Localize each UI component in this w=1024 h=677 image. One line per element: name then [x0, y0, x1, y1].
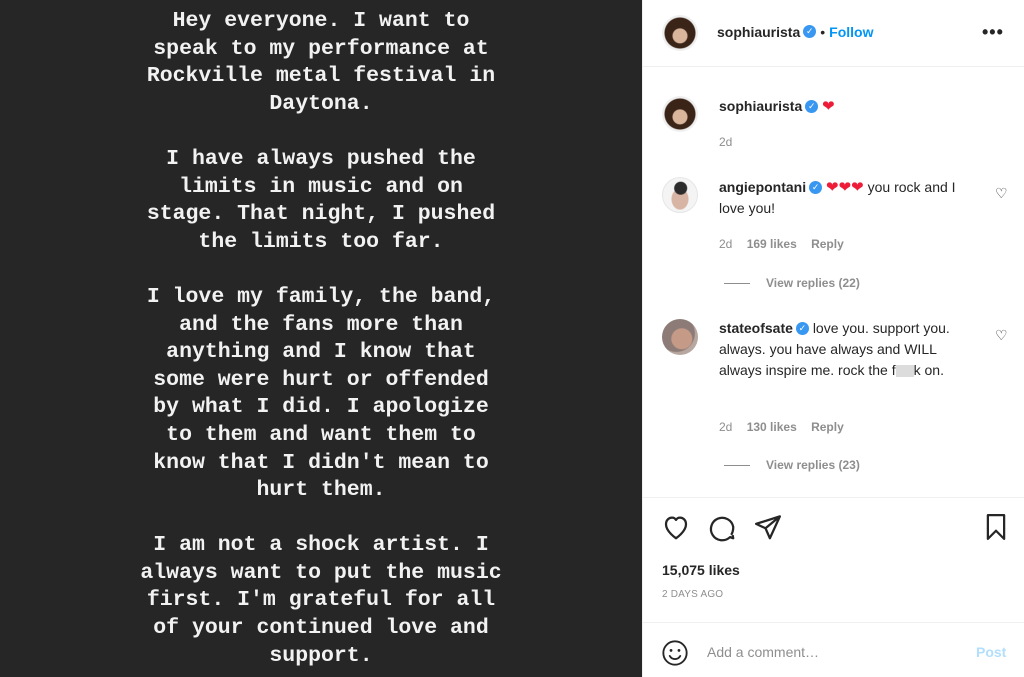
caption-avatar[interactable]: [662, 96, 698, 132]
comment-username[interactable]: angiepontani: [719, 179, 806, 195]
divider-line: [724, 283, 750, 285]
view-replies-label: View replies (22): [766, 276, 860, 290]
story-text: Hey everyone. I want to speak to my perf…: [0, 8, 642, 677]
story-paragraph: I am not a shock artist. I always want t…: [140, 533, 502, 668]
verified-badge-icon: ✓: [809, 180, 823, 194]
reply-button[interactable]: Reply: [811, 237, 844, 251]
view-replies-button[interactable]: View replies (23): [724, 458, 860, 472]
comment-username[interactable]: stateofsate: [719, 320, 793, 336]
divider-line: [724, 465, 750, 467]
caption-time: 2d: [719, 135, 743, 149]
post-image: Hey everyone. I want to speak to my perf…: [0, 0, 642, 677]
comment-bubble-icon[interactable]: [707, 512, 737, 542]
likes-count[interactable]: 15,075 likes: [662, 562, 740, 578]
like-comment-heart-icon[interactable]: ♡: [995, 327, 1008, 344]
follow-button[interactable]: Follow: [829, 24, 873, 40]
header-user-line: sophiaurista ✓ • Follow: [717, 24, 873, 42]
post-button[interactable]: Post: [976, 644, 1006, 660]
story-paragraph: I love my family, the band, and the fans…: [146, 284, 496, 503]
caption-username[interactable]: sophiaurista: [719, 98, 802, 114]
comment-input[interactable]: [707, 641, 957, 663]
red-heart-emoji: ❤: [822, 98, 835, 115]
verified-badge-icon: ✓: [805, 99, 819, 113]
like-comment-heart-icon[interactable]: ♡: [995, 185, 1008, 202]
add-comment-bar: Post: [643, 622, 1024, 677]
more-options-icon[interactable]: •••: [982, 22, 1004, 43]
view-replies-label: View replies (23): [766, 458, 860, 472]
post-actions: 15,075 likes 2 DAYS AGO: [643, 497, 1024, 621]
verified-badge-icon: ✓: [795, 321, 809, 335]
save-bookmark-icon[interactable]: [981, 512, 1011, 542]
header-username[interactable]: sophiaurista: [717, 24, 800, 40]
comment-time[interactable]: 2d: [719, 237, 732, 251]
separator-dot: •: [820, 24, 826, 40]
comment-text: stateofsate ✓ love you. support you. alwa…: [719, 318, 969, 381]
red-heart-emoji: ❤❤❤: [826, 179, 864, 196]
share-send-icon[interactable]: [753, 512, 783, 542]
comment-avatar[interactable]: [662, 319, 698, 355]
comment-avatar[interactable]: [662, 177, 698, 213]
censor-blur: [895, 365, 914, 378]
caption-line: sophiaurista ✓ ❤: [719, 97, 835, 115]
post-panel: sophiaurista ✓ • Follow ••• sophiaurista ✓ ❤…: [642, 0, 1024, 677]
comment-body-end: k on.: [913, 362, 944, 378]
comment-meta: 2d 130 likes Reply: [719, 420, 855, 434]
avatar[interactable]: [662, 15, 698, 51]
comment-likes[interactable]: 169 likes: [747, 237, 797, 251]
emoji-smile-icon[interactable]: [661, 639, 689, 667]
comment-likes[interactable]: 130 likes: [747, 420, 797, 434]
caption-timestamp[interactable]: 2d: [719, 135, 732, 149]
comment-time[interactable]: 2d: [719, 420, 732, 434]
verified-badge-icon: ✓: [803, 25, 817, 39]
reply-button[interactable]: Reply: [811, 420, 844, 434]
post-age[interactable]: 2 DAYS AGO: [662, 589, 723, 600]
comment-text: angiepontani ✓ ❤❤❤ you rock and I love yo…: [719, 177, 969, 219]
story-paragraph: I have always pushed the limits in music…: [146, 146, 496, 254]
story-paragraph: Hey everyone. I want to speak to my perf…: [146, 9, 496, 116]
view-replies-button[interactable]: View replies (22): [724, 276, 860, 290]
like-heart-icon[interactable]: [661, 512, 691, 542]
comment-meta: 2d 169 likes Reply: [719, 237, 855, 251]
post-header: sophiaurista ✓ • Follow •••: [643, 0, 1024, 67]
